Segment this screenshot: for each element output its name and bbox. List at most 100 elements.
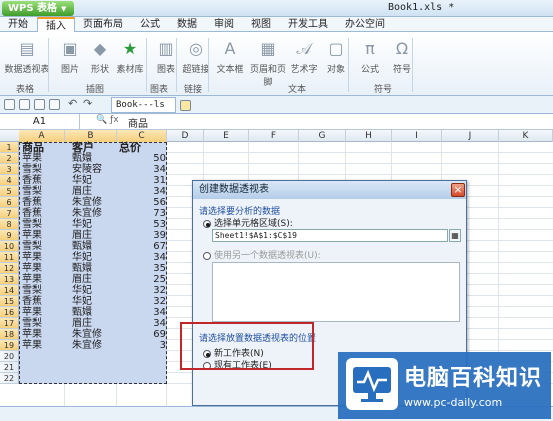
row-header-22[interactable]: 22 — [0, 373, 19, 384]
cell[interactable]: 甄嬛 — [72, 241, 92, 252]
row-header-10[interactable]: 10 — [0, 241, 19, 252]
tab-0[interactable]: 开始 — [0, 17, 37, 32]
tab-6[interactable]: 视图 — [243, 17, 280, 32]
row-header-5[interactable]: 5 — [0, 186, 19, 197]
cell[interactable]: 朱宜修 — [72, 208, 102, 219]
radio-select-range[interactable]: 选择单元格区域(S): — [203, 216, 293, 229]
cell[interactable]: 华妃 — [72, 252, 92, 263]
row-header-11[interactable]: 11 — [0, 252, 19, 263]
row-header-8[interactable]: 8 — [0, 219, 19, 230]
fx-icon[interactable]: 🔍 ƒx — [96, 115, 119, 125]
row-header-17[interactable]: 17 — [0, 318, 19, 329]
cell[interactable]: 雪梨 — [22, 219, 42, 230]
column-header-D[interactable]: D — [167, 130, 204, 142]
cell[interactable]: 苹果 — [22, 307, 42, 318]
cell[interactable]: 华妃 — [72, 296, 92, 307]
tab-5[interactable]: 审阅 — [206, 17, 243, 32]
cell[interactable]: 苹果 — [22, 153, 42, 164]
column-header-E[interactable]: E — [204, 130, 249, 142]
row-header-2[interactable]: 2 — [0, 153, 19, 164]
ribbon-button-0[interactable]: ▤ 数据透视表 — [2, 38, 52, 75]
cell[interactable]: 安陵容 — [72, 164, 102, 175]
ribbon-button-11[interactable]: Ω 符号 — [384, 38, 420, 75]
cell[interactable]: 3 — [122, 340, 166, 351]
cell[interactable]: 眉庄 — [72, 230, 92, 241]
cell[interactable]: 雪梨 — [22, 285, 42, 296]
range-input[interactable]: Sheet1!$A$1:$C$19 — [212, 229, 448, 242]
ribbon-button-8[interactable]: 𝒜 艺术字 — [286, 38, 322, 75]
close-icon[interactable]: × — [451, 183, 465, 197]
row-header-4[interactable]: 4 — [0, 175, 19, 186]
cell[interactable]: 甄嬛 — [72, 263, 92, 274]
column-header-K[interactable]: K — [499, 130, 553, 142]
cell[interactable]: 朱宜修 — [72, 329, 102, 340]
cell[interactable]: 苹果 — [22, 329, 42, 340]
column-header-G[interactable]: G — [299, 130, 346, 142]
cell[interactable]: 雪梨 — [22, 241, 42, 252]
cell[interactable]: 华妃 — [72, 285, 92, 296]
radio-other-pivot[interactable]: 使用另一个数据透视表(U): — [203, 248, 321, 261]
cell[interactable]: 甄嬛 — [72, 307, 92, 318]
row-header-13[interactable]: 13 — [0, 274, 19, 285]
name-box[interactable]: A1 — [0, 114, 80, 129]
row-header-3[interactable]: 3 — [0, 164, 19, 175]
cell[interactable]: 香蕉 — [22, 296, 42, 307]
row-header-12[interactable]: 12 — [0, 263, 19, 274]
cell[interactable]: 香蕉 — [22, 175, 42, 186]
row-header-16[interactable]: 16 — [0, 307, 19, 318]
row-header-20[interactable]: 20 — [0, 351, 19, 362]
ribbon-button-3[interactable]: ★ 素材库 — [112, 38, 148, 75]
cell[interactable]: 眉庄 — [72, 186, 92, 197]
row-header-6[interactable]: 6 — [0, 197, 19, 208]
cell[interactable]: 香蕉 — [22, 208, 42, 219]
cell[interactable]: 67 — [122, 241, 166, 252]
column-header-H[interactable]: H — [346, 130, 392, 142]
cell[interactable]: 39 — [122, 230, 166, 241]
cell[interactable]: 朱宜修 — [72, 340, 102, 351]
cell[interactable]: 34 — [122, 252, 166, 263]
column-header-F[interactable]: F — [249, 130, 299, 142]
cell[interactable]: 34 — [122, 318, 166, 329]
cell[interactable]: 香蕉 — [22, 197, 42, 208]
cell[interactable]: 34 — [122, 307, 166, 318]
cell[interactable]: 34 — [122, 186, 166, 197]
print-icon[interactable] — [49, 99, 60, 110]
ribbon-button-7[interactable]: ▦ 页眉和页脚 — [250, 38, 286, 88]
tab-2[interactable]: 页面布局 — [75, 17, 132, 32]
ribbon-button-10[interactable]: π 公式 — [352, 38, 388, 75]
cell[interactable]: 眉庄 — [72, 318, 92, 329]
row-header-18[interactable]: 18 — [0, 329, 19, 340]
pivot-list[interactable] — [212, 262, 460, 322]
tab-4[interactable]: 数据 — [169, 17, 206, 32]
tab-3[interactable]: 公式 — [132, 17, 169, 32]
cell[interactable]: 31 — [122, 175, 166, 186]
row-header-15[interactable]: 15 — [0, 296, 19, 307]
column-header-J[interactable]: J — [442, 130, 499, 142]
cell[interactable]: 雪梨 — [22, 164, 42, 175]
row-header-9[interactable]: 9 — [0, 230, 19, 241]
cell[interactable]: 华妃 — [72, 219, 92, 230]
new-tab-icon[interactable] — [180, 100, 191, 111]
cell[interactable]: 总价 — [119, 142, 141, 153]
cell[interactable]: 客户 — [72, 142, 94, 153]
cell[interactable]: 35 — [122, 263, 166, 274]
cell[interactable]: 苹果 — [22, 274, 42, 285]
row-header-7[interactable]: 7 — [0, 208, 19, 219]
cell[interactable]: 69 — [122, 329, 166, 340]
open-icon[interactable] — [19, 99, 30, 110]
cell[interactable]: 32 — [122, 296, 166, 307]
row-header-19[interactable]: 19 — [0, 340, 19, 351]
cell[interactable]: 朱宜修 — [72, 197, 102, 208]
workbook-tab[interactable]: Book---ls ■ × — [111, 97, 176, 124]
cell[interactable]: 苹果 — [22, 340, 42, 351]
cell[interactable]: 眉庄 — [72, 274, 92, 285]
row-header-14[interactable]: 14 — [0, 285, 19, 296]
cell[interactable]: 50 — [122, 153, 166, 164]
cell[interactable]: 苹果 — [22, 263, 42, 274]
cell[interactable]: 32 — [122, 285, 166, 296]
cell[interactable]: 商品 — [22, 142, 44, 153]
save-icon[interactable] — [34, 99, 45, 110]
row-header-21[interactable]: 21 — [0, 362, 19, 373]
formula-content[interactable]: 商品 — [128, 115, 148, 130]
cell[interactable]: 雪梨 — [22, 318, 42, 329]
